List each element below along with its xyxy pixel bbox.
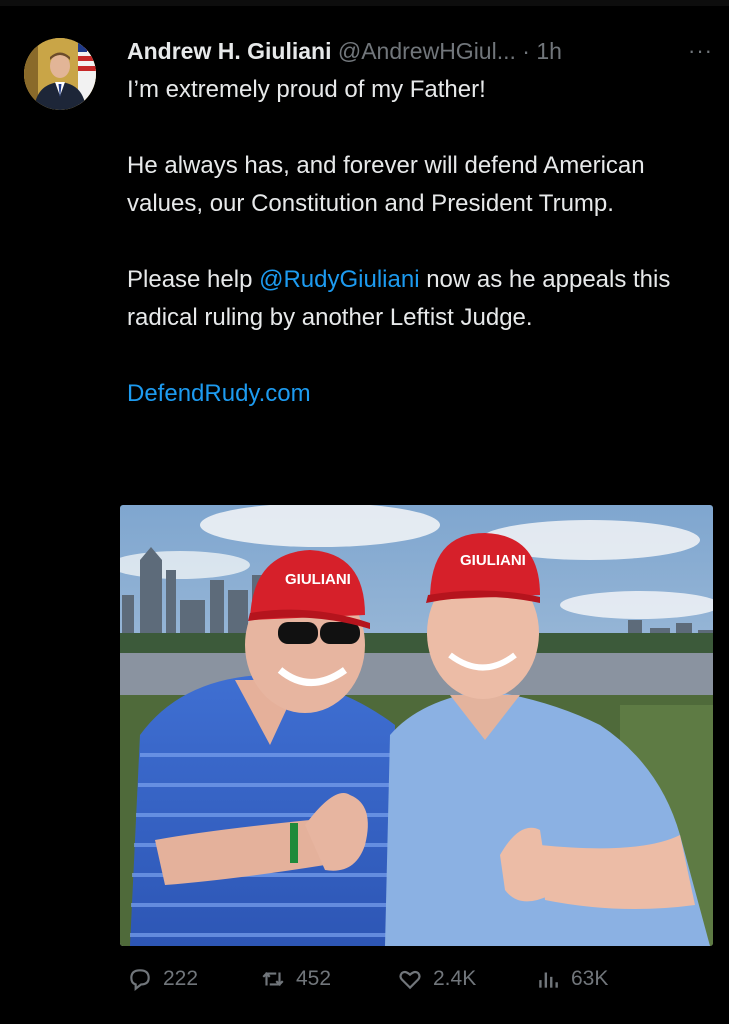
- text-paragraph-3: Please help @RudyGiuliani now as he appe…: [127, 261, 707, 337]
- top-divider: [0, 0, 729, 6]
- tweet-photo[interactable]: GIULIANI GIULIANI: [120, 505, 713, 946]
- text-paragraph-2: He always has, and forever will defend A…: [127, 152, 645, 217]
- tweet-header: Andrew H. Giuliani @AndrewHGiul... · 1h: [127, 36, 717, 70]
- reply-count: 222: [163, 967, 199, 990]
- retweet-icon: [262, 972, 284, 986]
- more-icon[interactable]: ···: [688, 38, 713, 64]
- post-time[interactable]: 1h: [536, 38, 562, 64]
- mention-link[interactable]: @RudyGiuliani: [259, 266, 419, 293]
- avatar-image: [24, 38, 96, 110]
- time-separator: ·: [515, 38, 537, 64]
- retweet-count: 452: [296, 967, 332, 990]
- author-handle[interactable]: @AndrewHGiul...: [338, 38, 516, 64]
- website-link[interactable]: DefendRudy.com: [127, 380, 311, 407]
- retweet-button[interactable]: 452: [260, 964, 331, 994]
- tweet-text: I’m extremely proud of my Father! He alw…: [127, 71, 707, 413]
- views-icon: [539, 972, 558, 988]
- avatar[interactable]: [24, 38, 96, 110]
- photo-image: GIULIANI GIULIANI: [120, 505, 713, 946]
- right-hat-text: GIULIANI: [460, 552, 526, 569]
- like-count: 2.4K: [433, 967, 477, 990]
- like-icon: [399, 970, 421, 990]
- like-button[interactable]: 2.4K: [397, 964, 476, 994]
- text-para3-before: Please help: [127, 266, 260, 293]
- views-count: 63K: [571, 967, 609, 990]
- reply-button[interactable]: 222: [127, 964, 198, 994]
- views-button[interactable]: 63K: [535, 964, 608, 994]
- left-hat-text: GIULIANI: [285, 571, 351, 588]
- author-name[interactable]: Andrew H. Giuliani: [127, 38, 331, 64]
- text-line-1: I’m extremely proud of my Father!: [127, 76, 486, 103]
- reply-icon: [130, 969, 150, 992]
- action-bar: 222 452 2.4K 63K: [127, 960, 707, 1000]
